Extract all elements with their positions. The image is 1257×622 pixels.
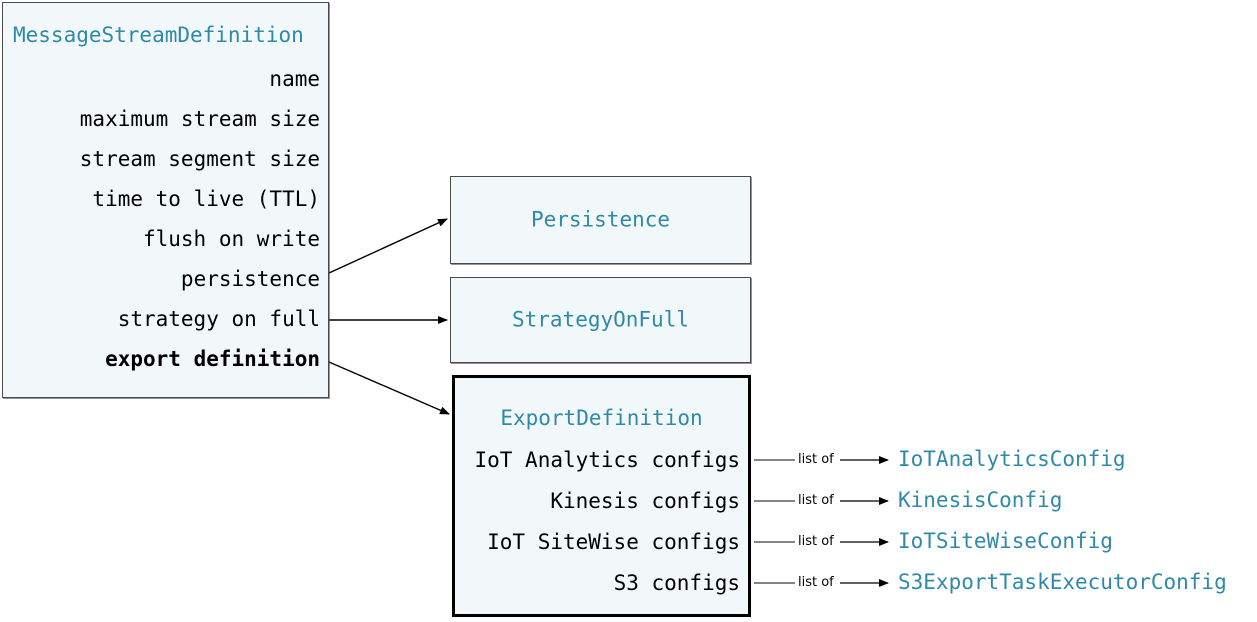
field-iot-analytics-configs: IoT Analytics configs <box>474 448 740 472</box>
field-strategy-on-full: strategy on full <box>117 307 320 331</box>
field-list-export-definition: IoT Analytics configs Kinesis configs Io… <box>474 450 740 614</box>
field-kinesis-configs: Kinesis configs <box>550 489 740 513</box>
field-flush-on-write: flush on write <box>142 227 320 251</box>
field-export-definition: export definition <box>105 347 320 371</box>
field-stream-segment-size: stream segment size <box>79 147 320 171</box>
field-name: name <box>269 67 320 91</box>
field-persistence: persistence <box>180 267 320 291</box>
class-label-kinesis-config[interactable]: KinesisConfig <box>898 490 1062 511</box>
class-box-export-definition[interactable]: ExportDefinition IoT Analytics configs K… <box>452 375 751 617</box>
diagram-canvas: MessageStreamDefinition name maximum str… <box>0 0 1257 622</box>
field-list-message-stream-definition: name maximum stream size stream segment … <box>80 69 320 389</box>
edge-caption-s3: list of <box>796 575 836 590</box>
class-label-iot-analytics-config[interactable]: IoTAnalyticsConfig <box>898 449 1126 470</box>
edge-caption-iot-sitewise: list of <box>796 534 836 549</box>
class-box-persistence[interactable]: Persistence <box>450 176 751 264</box>
class-label-iot-sitewise-config[interactable]: IoTSiteWiseConfig <box>898 531 1113 552</box>
class-title-message-stream-definition: MessageStreamDefinition <box>13 23 304 47</box>
field-maximum-stream-size: maximum stream size <box>79 107 320 131</box>
class-title-export-definition: ExportDefinition <box>500 406 703 430</box>
class-label-s3-export-task-executor-config[interactable]: S3ExportTaskExecutorConfig <box>898 572 1227 593</box>
field-time-to-live: time to live (TTL) <box>92 187 320 211</box>
edge-export-definition <box>328 361 450 415</box>
field-iot-sitewise-configs: IoT SiteWise configs <box>487 530 740 554</box>
edge-caption-kinesis: list of <box>796 493 836 508</box>
class-box-message-stream-definition[interactable]: MessageStreamDefinition name maximum str… <box>2 2 329 398</box>
class-title-strategy-on-full: StrategyOnFull <box>511 307 689 332</box>
edge-persistence <box>328 218 448 274</box>
edge-caption-iot-analytics: list of <box>796 452 836 467</box>
class-box-strategy-on-full[interactable]: StrategyOnFull <box>450 277 751 363</box>
class-title-persistence: Persistence <box>530 207 671 232</box>
field-s3-configs: S3 configs <box>613 571 740 595</box>
